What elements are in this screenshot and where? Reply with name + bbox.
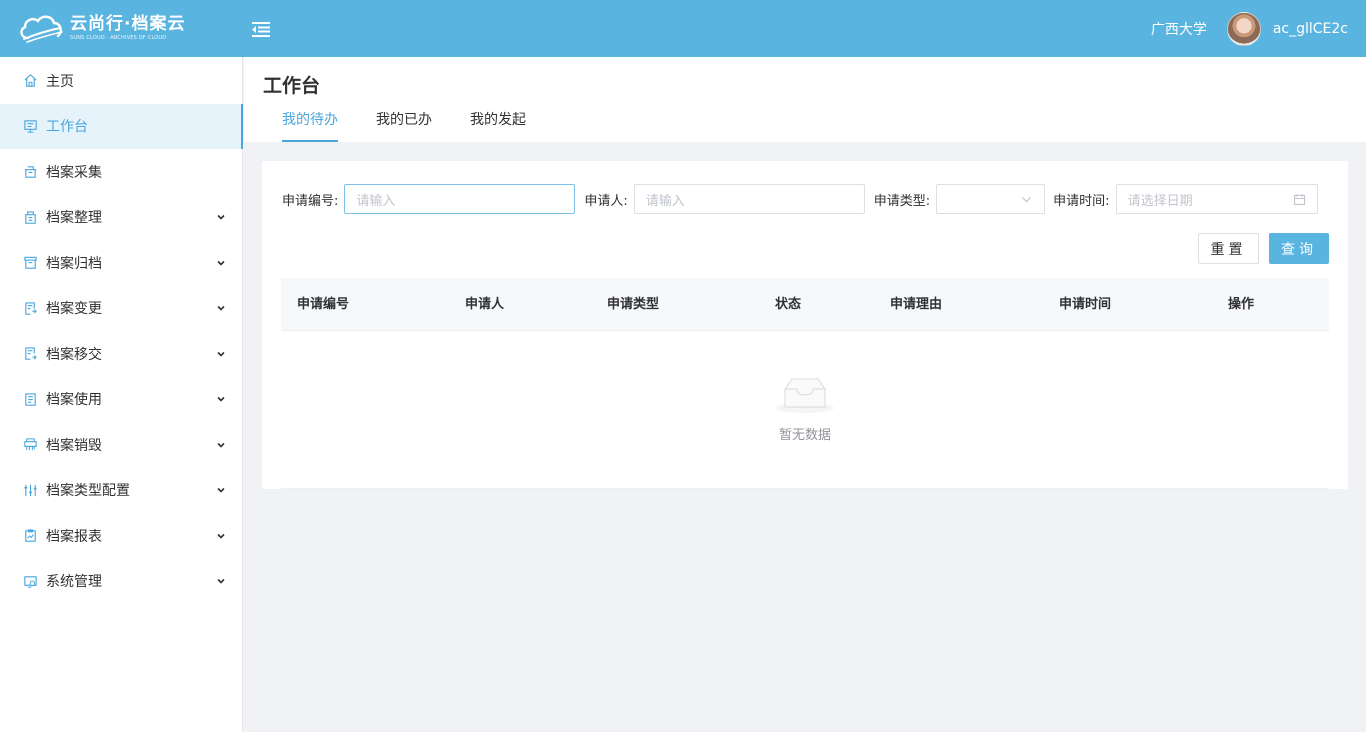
type-select[interactable] bbox=[936, 184, 1046, 214]
sidebar-item-label: 档案归档 bbox=[46, 255, 102, 272]
chevron-down-icon bbox=[217, 306, 225, 311]
change-icon bbox=[22, 300, 38, 316]
usage-icon bbox=[22, 391, 38, 407]
applicant-input[interactable]: 请输入 bbox=[633, 184, 865, 214]
column-header: 申请人 bbox=[465, 297, 505, 312]
archive-box-icon bbox=[22, 255, 38, 271]
tab-my-done[interactable]: 我的已办 bbox=[376, 109, 432, 142]
page-title: 工作台 bbox=[263, 75, 321, 97]
date-placeholder: 请选择日期 bbox=[1127, 193, 1193, 209]
chevron-down-icon bbox=[217, 533, 225, 539]
column-header: 操作 bbox=[1228, 297, 1255, 312]
page-header: 工作台 我的待办 我的已办 我的发起 bbox=[244, 57, 1366, 142]
date-picker[interactable]: 请选择日期 bbox=[1115, 184, 1318, 214]
sliders-icon bbox=[22, 482, 38, 498]
tab-bar: 我的待办 我的已办 我的发起 bbox=[282, 109, 564, 142]
table-header: 申请编号 申请人 申请类型 状态 申请理由 申请时间 操作 bbox=[281, 278, 1329, 331]
chevron-down-icon bbox=[217, 488, 225, 493]
avatar[interactable] bbox=[1226, 11, 1261, 46]
workbench-icon bbox=[22, 118, 38, 134]
sidebar-item-label: 档案报表 bbox=[46, 528, 102, 545]
time-label: 申请时间: bbox=[1053, 193, 1110, 209]
destroy-icon bbox=[22, 437, 38, 453]
chevron-down-icon bbox=[217, 351, 225, 357]
sidebar-item-label: 系统管理 bbox=[46, 574, 102, 591]
chevron-down-icon bbox=[1022, 197, 1032, 203]
home-icon bbox=[22, 73, 38, 89]
sidebar-item-label: 档案变更 bbox=[46, 301, 102, 318]
sidebar-item-archive[interactable]: 档案归档 bbox=[0, 240, 242, 286]
sidebar-item-workbench[interactable]: 工作台 bbox=[0, 103, 243, 149]
sidebar-item-label: 档案销毁 bbox=[46, 437, 102, 454]
empty-state: 暂无数据 bbox=[281, 331, 1329, 489]
applicant-label: 申请人: bbox=[584, 193, 628, 209]
cloud-logo-icon bbox=[20, 15, 63, 43]
column-header: 申请类型 bbox=[607, 297, 660, 312]
reset-button[interactable]: 重置 bbox=[1198, 233, 1259, 264]
type-label: 申请类型: bbox=[873, 193, 931, 209]
sidebar-item-label: 工作台 bbox=[46, 119, 88, 136]
table-bottom-border bbox=[281, 488, 1329, 489]
data-table: 申请编号 申请人 申请类型 状态 申请理由 申请时间 操作 暂无数据 bbox=[281, 278, 1329, 489]
column-header: 状态 bbox=[775, 297, 802, 312]
app-no-input[interactable]: 请输入 bbox=[344, 184, 576, 214]
menu-fold-icon bbox=[252, 22, 270, 37]
logo: 云尚行·档案云 SUNS CLOUD · ARCHIVES OF CLOUD bbox=[18, 12, 185, 44]
sidebar-item-transfer[interactable]: 档案移交 bbox=[0, 331, 242, 377]
empty-inbox-icon bbox=[776, 378, 834, 413]
sidebar: 主页 工作台 档案采集 档案整理 档案归档 档案变更 档案移交 档案使用 档案销… bbox=[0, 57, 243, 732]
sidebar-item-change[interactable]: 档案变更 bbox=[0, 286, 242, 332]
logo-subtitle: SUNS CLOUD · ARCHIVES OF CLOUD bbox=[70, 35, 167, 41]
sidebar-item-label: 档案使用 bbox=[46, 392, 102, 409]
chevron-down-icon bbox=[217, 397, 225, 402]
sidebar-item-label: 档案整理 bbox=[46, 210, 102, 227]
sidebar-item-type-config[interactable]: 档案类型配置 bbox=[0, 468, 242, 514]
org-name[interactable]: 广西大学 bbox=[1151, 19, 1207, 39]
column-header: 申请时间 bbox=[1059, 297, 1112, 312]
sidebar-item-label: 档案移交 bbox=[46, 346, 102, 363]
chevron-down-icon bbox=[217, 215, 225, 220]
chevron-down-icon bbox=[217, 579, 225, 584]
transfer-icon bbox=[22, 346, 38, 362]
sidebar-item-report[interactable]: 档案报表 bbox=[0, 513, 242, 559]
report-icon bbox=[22, 528, 38, 544]
query-button[interactable]: 查询 bbox=[1269, 233, 1329, 264]
sidebar-item-usage[interactable]: 档案使用 bbox=[0, 377, 242, 423]
column-header: 申请编号 bbox=[297, 297, 350, 312]
top-header: 云尚行·档案云 SUNS CLOUD · ARCHIVES OF CLOUD 广… bbox=[0, 0, 1366, 57]
system-icon bbox=[22, 573, 38, 589]
app-no-label: 申请编号: bbox=[282, 193, 339, 209]
chevron-down-icon bbox=[217, 442, 225, 448]
calendar-icon bbox=[1293, 194, 1305, 206]
organize-icon bbox=[22, 209, 38, 225]
content-card: 申请编号: 请输入 申请人: 请输入 申请类型: 申请时间: 请选择日期 重置 … bbox=[262, 161, 1348, 489]
tab-my-todo[interactable]: 我的待办 bbox=[282, 109, 338, 142]
sidebar-item-collect[interactable]: 档案采集 bbox=[0, 149, 242, 195]
empty-text: 暂无数据 bbox=[778, 428, 831, 443]
sidebar-item-organize[interactable]: 档案整理 bbox=[0, 195, 242, 241]
tab-my-initiated[interactable]: 我的发起 bbox=[470, 109, 526, 142]
sidebar-item-label: 主页 bbox=[46, 73, 74, 90]
chevron-down-icon bbox=[217, 260, 225, 266]
sidebar-item-system[interactable]: 系统管理 bbox=[0, 559, 242, 605]
logo-title: 云尚行·档案云 bbox=[70, 14, 186, 34]
sidebar-item-label: 档案类型配置 bbox=[46, 483, 130, 500]
collapse-menu-button[interactable] bbox=[250, 18, 272, 40]
collect-icon bbox=[22, 164, 38, 180]
sidebar-item-label: 档案采集 bbox=[46, 164, 102, 181]
sidebar-item-destroy[interactable]: 档案销毁 bbox=[0, 422, 242, 468]
column-header: 申请理由 bbox=[890, 297, 943, 312]
filter-row: 申请编号: 请输入 申请人: 请输入 申请类型: 申请时间: 请选择日期 bbox=[282, 184, 1318, 214]
sidebar-item-home[interactable]: 主页 bbox=[0, 58, 242, 104]
username[interactable]: ac_gllCE2c bbox=[1273, 21, 1348, 37]
